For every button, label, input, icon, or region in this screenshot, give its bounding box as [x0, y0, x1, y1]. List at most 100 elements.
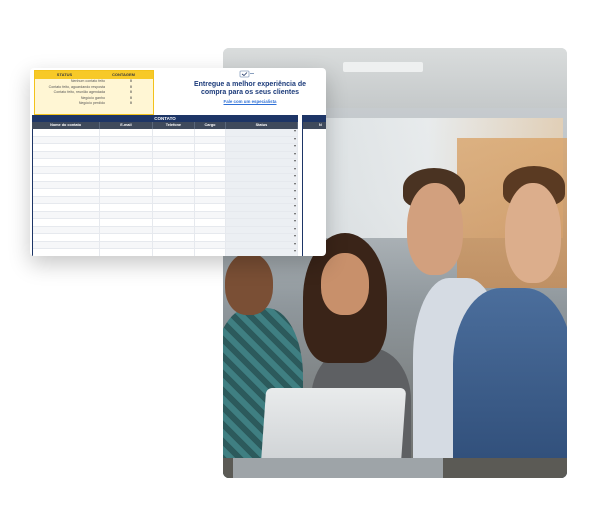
table-cell[interactable]: [153, 136, 196, 143]
table-cell[interactable]: [195, 249, 226, 256]
table-cell[interactable]: [195, 219, 226, 226]
status-dropdown-cell[interactable]: [225, 173, 298, 181]
table-row: [32, 233, 298, 242]
table-cell[interactable]: [100, 241, 153, 248]
table-cell[interactable]: [153, 196, 196, 203]
status-dropdown-cell[interactable]: [225, 226, 298, 233]
status-dropdown-cell[interactable]: [225, 188, 298, 196]
table-cell[interactable]: [100, 151, 153, 158]
status-dropdown-cell[interactable]: [225, 136, 298, 143]
table-cell[interactable]: [195, 234, 226, 241]
table-cell[interactable]: [32, 181, 101, 188]
table-cell[interactable]: [153, 174, 196, 181]
table-cell[interactable]: [153, 144, 196, 151]
next-column-header: N: [303, 122, 326, 129]
status-label: Negócio perdido: [78, 101, 105, 105]
table-cell[interactable]: [153, 129, 196, 136]
table-cell[interactable]: [153, 181, 196, 188]
table-cell[interactable]: [32, 174, 101, 181]
table-cell[interactable]: [32, 189, 101, 196]
promo-title: Entregue a melhor experiência de compra …: [193, 81, 307, 96]
status-dropdown-cell[interactable]: [225, 181, 298, 188]
table-cell[interactable]: [100, 144, 153, 151]
table-cell[interactable]: [32, 234, 101, 241]
table-cell[interactable]: [153, 204, 196, 211]
table-cell[interactable]: [100, 181, 153, 188]
table-cell[interactable]: [100, 159, 153, 166]
table-cell[interactable]: [153, 226, 196, 233]
table-cell[interactable]: [195, 129, 226, 136]
table-cell[interactable]: [153, 159, 196, 166]
table-cell[interactable]: [32, 211, 101, 218]
table-cell[interactable]: [32, 196, 101, 203]
table-cell[interactable]: [195, 181, 226, 188]
status-dropdown-cell[interactable]: [225, 248, 298, 256]
table-cell[interactable]: [195, 226, 226, 233]
status-dropdown-cell[interactable]: [225, 233, 298, 241]
table-cell[interactable]: [32, 226, 101, 233]
status-dropdown-cell[interactable]: [225, 241, 298, 248]
table-cell[interactable]: [195, 174, 226, 181]
table-cell[interactable]: [195, 189, 226, 196]
table-cell[interactable]: [100, 249, 153, 256]
table-cell[interactable]: [100, 234, 153, 241]
status-dropdown-cell[interactable]: [225, 128, 298, 136]
table-cell[interactable]: [100, 196, 153, 203]
status-dropdown-cell[interactable]: [225, 211, 298, 218]
status-dropdown-cell[interactable]: [225, 196, 298, 203]
table-cell[interactable]: [100, 189, 153, 196]
table-cell[interactable]: [32, 249, 101, 256]
table-cell[interactable]: [100, 129, 153, 136]
table-cell[interactable]: [153, 241, 196, 248]
table-cell[interactable]: [100, 204, 153, 211]
table-cell[interactable]: [100, 166, 153, 173]
table-row: [32, 143, 298, 152]
column-email: E-mail: [100, 122, 153, 129]
table-cell[interactable]: [100, 226, 153, 233]
table-row: [32, 218, 298, 227]
status-row: Negócio perdido 0: [35, 101, 153, 107]
contacts-column-headers: Nome do contato E-mail Telefone Cargo St…: [32, 122, 298, 129]
table-cell[interactable]: [153, 189, 196, 196]
table-cell[interactable]: [195, 166, 226, 173]
talk-to-specialist-link[interactable]: Fale com um especialista: [192, 99, 308, 104]
table-cell[interactable]: [32, 159, 101, 166]
table-cell[interactable]: [153, 151, 196, 158]
table-cell[interactable]: [195, 136, 226, 143]
next-section-stub: N: [302, 115, 326, 256]
table-cell[interactable]: [153, 234, 196, 241]
table-cell[interactable]: [153, 249, 196, 256]
table-cell[interactable]: [32, 219, 101, 226]
table-cell[interactable]: [32, 241, 101, 248]
table-row: [32, 226, 298, 234]
table-cell[interactable]: [195, 196, 226, 203]
status-dropdown-cell[interactable]: [225, 218, 298, 226]
table-cell[interactable]: [100, 174, 153, 181]
table-cell[interactable]: [195, 241, 226, 248]
table-row: [32, 136, 298, 144]
table-cell[interactable]: [100, 211, 153, 218]
table-cell[interactable]: [32, 166, 101, 173]
table-cell[interactable]: [195, 151, 226, 158]
table-cell[interactable]: [32, 151, 101, 158]
table-cell[interactable]: [32, 129, 101, 136]
table-cell[interactable]: [153, 219, 196, 226]
table-cell[interactable]: [153, 166, 196, 173]
table-cell[interactable]: [100, 136, 153, 143]
table-row: [32, 173, 298, 182]
table-cell[interactable]: [32, 204, 101, 211]
status-dropdown-cell[interactable]: [225, 158, 298, 166]
table-cell[interactable]: [195, 204, 226, 211]
table-cell[interactable]: [195, 159, 226, 166]
contato-section-header: CONTATO: [32, 115, 298, 122]
table-cell[interactable]: [195, 211, 226, 218]
status-dropdown-cell[interactable]: [225, 166, 298, 173]
table-cell[interactable]: [153, 211, 196, 218]
table-cell[interactable]: [32, 144, 101, 151]
status-dropdown-cell[interactable]: [225, 203, 298, 211]
table-cell[interactable]: [195, 144, 226, 151]
table-cell[interactable]: [100, 219, 153, 226]
table-cell[interactable]: [32, 136, 101, 143]
status-dropdown-cell[interactable]: [225, 151, 298, 158]
status-dropdown-cell[interactable]: [225, 143, 298, 151]
